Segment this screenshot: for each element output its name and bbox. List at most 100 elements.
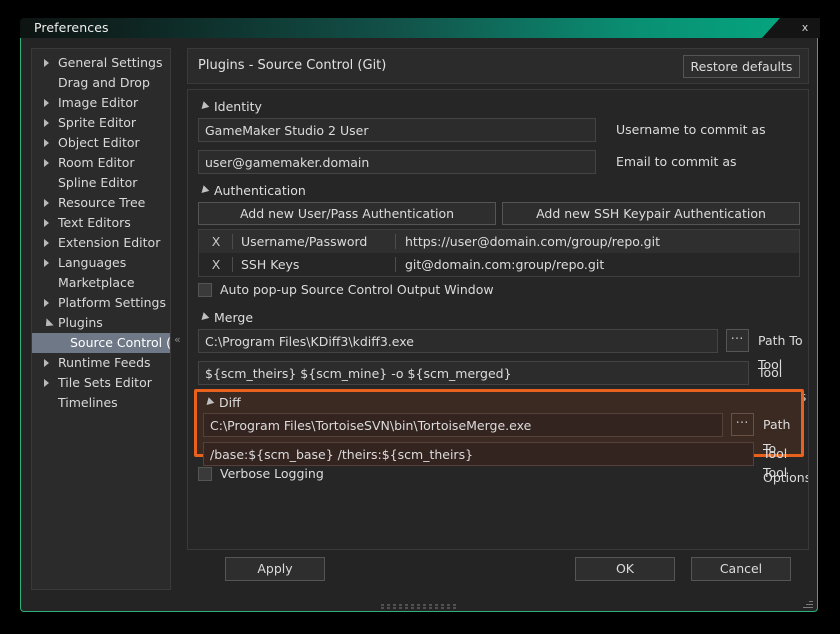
chevron-right-icon[interactable] xyxy=(44,119,49,127)
merge-options-input[interactable] xyxy=(198,361,749,385)
sidebar-item-label: Object Editor xyxy=(58,135,140,150)
sidebar-item-text-editors[interactable]: Text Editors xyxy=(32,213,170,233)
sidebar-item-label: Sprite Editor xyxy=(58,115,136,130)
ok-button[interactable]: OK xyxy=(575,557,675,581)
sidebar-item-label: General Settings xyxy=(58,55,163,70)
sidebar-item-label: Source Control (Git) xyxy=(70,335,171,350)
preferences-window-root: Preferences x General Settings Drag and D… xyxy=(0,0,840,634)
sidebar-item-tile-sets-editor[interactable]: Tile Sets Editor xyxy=(32,373,170,393)
chevron-right-icon[interactable] xyxy=(44,59,49,67)
collapse-triangle-icon xyxy=(199,185,210,196)
window-titlebar: Preferences x xyxy=(20,18,820,38)
verbose-logging-checkbox[interactable] xyxy=(198,467,212,481)
diff-path-browse-button[interactable]: … xyxy=(731,413,754,436)
sidebar-item-object-editor[interactable]: Object Editor xyxy=(32,133,170,153)
username-input[interactable] xyxy=(198,118,596,142)
chevron-right-icon[interactable] xyxy=(44,139,49,147)
sidebar-item-source-control-git[interactable]: Source Control (Git) xyxy=(32,333,170,353)
collapse-triangle-icon xyxy=(199,101,210,112)
remove-auth-icon[interactable]: X xyxy=(209,253,223,276)
auth-list[interactable]: XUsername/Passwordhttps://user@domain.co… xyxy=(198,229,800,277)
sidebar-item-general-settings[interactable]: General Settings xyxy=(32,53,170,73)
auth-list-row-item[interactable]: X SSH Keys git@domain.com:group/repo.git xyxy=(199,253,799,276)
diff-options-input[interactable] xyxy=(203,442,754,466)
identity-email-row: Email to commit as xyxy=(188,146,808,176)
sidebar-item-drag-and-drop[interactable]: Drag and Drop xyxy=(32,73,170,93)
auth-list-row-item[interactable]: XUsername/Passwordhttps://user@domain.co… xyxy=(199,230,799,253)
sidebar-item-plugins[interactable]: Plugins xyxy=(32,313,170,333)
sidebar-item-label: Platform Settings xyxy=(58,295,166,310)
sidebar-item-platform-settings[interactable]: Platform Settings xyxy=(32,293,170,313)
chevron-right-icon[interactable] xyxy=(44,99,49,107)
sidebar-item-spline-editor[interactable]: Spline Editor xyxy=(32,173,170,193)
sidebar-item-label: Room Editor xyxy=(58,155,135,170)
chevron-right-icon[interactable] xyxy=(44,219,49,227)
sidebar-item-image-editor[interactable]: Image Editor xyxy=(32,93,170,113)
sidebar-item-label: Timelines xyxy=(58,395,118,410)
email-input[interactable] xyxy=(198,150,596,174)
sidebar-item-label: Plugins xyxy=(58,315,103,330)
auto-popup-checkbox[interactable] xyxy=(198,283,212,297)
diff-section-row: Diff … Path To Tool Tool Options xyxy=(188,389,808,463)
collapse-sidebar-icon[interactable]: « xyxy=(174,333,181,346)
bottom-drag-handle[interactable] xyxy=(381,604,459,609)
email-caption: Email to commit as xyxy=(616,150,737,174)
preferences-window: Preferences x General Settings Drag and D… xyxy=(20,18,820,614)
diff-options-row: Tool Options xyxy=(197,440,801,466)
identity-group-header[interactable]: Identity xyxy=(188,96,808,116)
collapse-triangle-icon xyxy=(199,312,210,323)
sidebar-item-label: Spline Editor xyxy=(58,175,137,190)
sidebar-item-extension-editor[interactable]: Extension Editor xyxy=(32,233,170,253)
verbose-logging-label: Verbose Logging xyxy=(220,465,324,483)
column-divider xyxy=(232,234,233,249)
diff-group-header[interactable]: Diff xyxy=(197,394,801,412)
authentication-group-header[interactable]: Authentication xyxy=(188,180,808,200)
merge-path-browse-button[interactable]: … xyxy=(726,329,749,352)
apply-button[interactable]: Apply xyxy=(225,557,325,581)
add-userpass-auth-button[interactable]: Add new User/Pass Authentication xyxy=(198,202,496,225)
chevron-down-icon[interactable] xyxy=(42,318,53,329)
chevron-right-icon[interactable] xyxy=(44,199,49,207)
sidebar-item-label: Tile Sets Editor xyxy=(58,375,152,390)
chevron-right-icon[interactable] xyxy=(44,359,49,367)
sidebar-item-room-editor[interactable]: Room Editor xyxy=(32,153,170,173)
sidebar-item-marketplace[interactable]: Marketplace xyxy=(32,273,170,293)
window-body: General Settings Drag and Drop Image Edito… xyxy=(20,38,818,612)
sidebar-item-languages[interactable]: Languages xyxy=(32,253,170,273)
chevron-right-icon[interactable] xyxy=(44,239,49,247)
column-divider xyxy=(232,257,233,272)
sidebar-item-timelines[interactable]: Timelines xyxy=(32,393,170,413)
chevron-right-icon[interactable] xyxy=(44,379,49,387)
auth-buttons-row: Add new User/Pass Authentication Add new… xyxy=(188,202,808,229)
resize-grip[interactable] xyxy=(803,598,813,608)
preferences-tree[interactable]: General Settings Drag and Drop Image Edito… xyxy=(31,48,171,590)
sidebar-splitter[interactable]: « xyxy=(173,48,185,590)
remove-auth-icon[interactable]: X xyxy=(209,230,223,253)
sidebar-item-runtime-feeds[interactable]: Runtime Feeds xyxy=(32,353,170,373)
diff-path-row: … Path To Tool xyxy=(197,413,801,440)
sidebar-item-resource-tree[interactable]: Resource Tree xyxy=(32,193,170,213)
auth-list-row: XUsername/Passwordhttps://user@domain.co… xyxy=(188,229,808,281)
auto-popup-checkbox-row[interactable]: Auto pop-up Source Control Output Window xyxy=(188,281,808,305)
verbose-logging-row[interactable]: Verbose Logging xyxy=(188,465,808,487)
dialog-footer: Apply OK Cancel xyxy=(187,554,809,590)
merge-path-row: … Path To Tool xyxy=(188,329,808,357)
sidebar-item-sprite-editor[interactable]: Sprite Editor xyxy=(32,113,170,133)
chevron-right-icon[interactable] xyxy=(44,259,49,267)
auth-url-label: https://user@domain.com/group/repo.git xyxy=(405,230,660,253)
sidebar-item-label: Drag and Drop xyxy=(58,75,150,90)
diff-path-input[interactable] xyxy=(203,413,723,437)
auth-type-label: SSH Keys xyxy=(241,253,299,276)
identity-group-label: Identity xyxy=(214,99,262,114)
chevron-right-icon[interactable] xyxy=(44,159,49,167)
cancel-button[interactable]: Cancel xyxy=(691,557,791,581)
chevron-right-icon[interactable] xyxy=(44,299,49,307)
merge-group-header[interactable]: Merge xyxy=(188,307,808,327)
add-ssh-keypair-auth-button[interactable]: Add new SSH Keypair Authentication xyxy=(502,202,800,225)
merge-path-input[interactable] xyxy=(198,329,718,353)
close-icon[interactable]: x xyxy=(798,21,812,35)
sidebar-item-label: Image Editor xyxy=(58,95,138,110)
auth-url-label: git@domain.com:group/repo.git xyxy=(405,253,604,276)
restore-defaults-button[interactable]: Restore defaults xyxy=(683,55,800,78)
sidebar-item-label: Extension Editor xyxy=(58,235,160,250)
